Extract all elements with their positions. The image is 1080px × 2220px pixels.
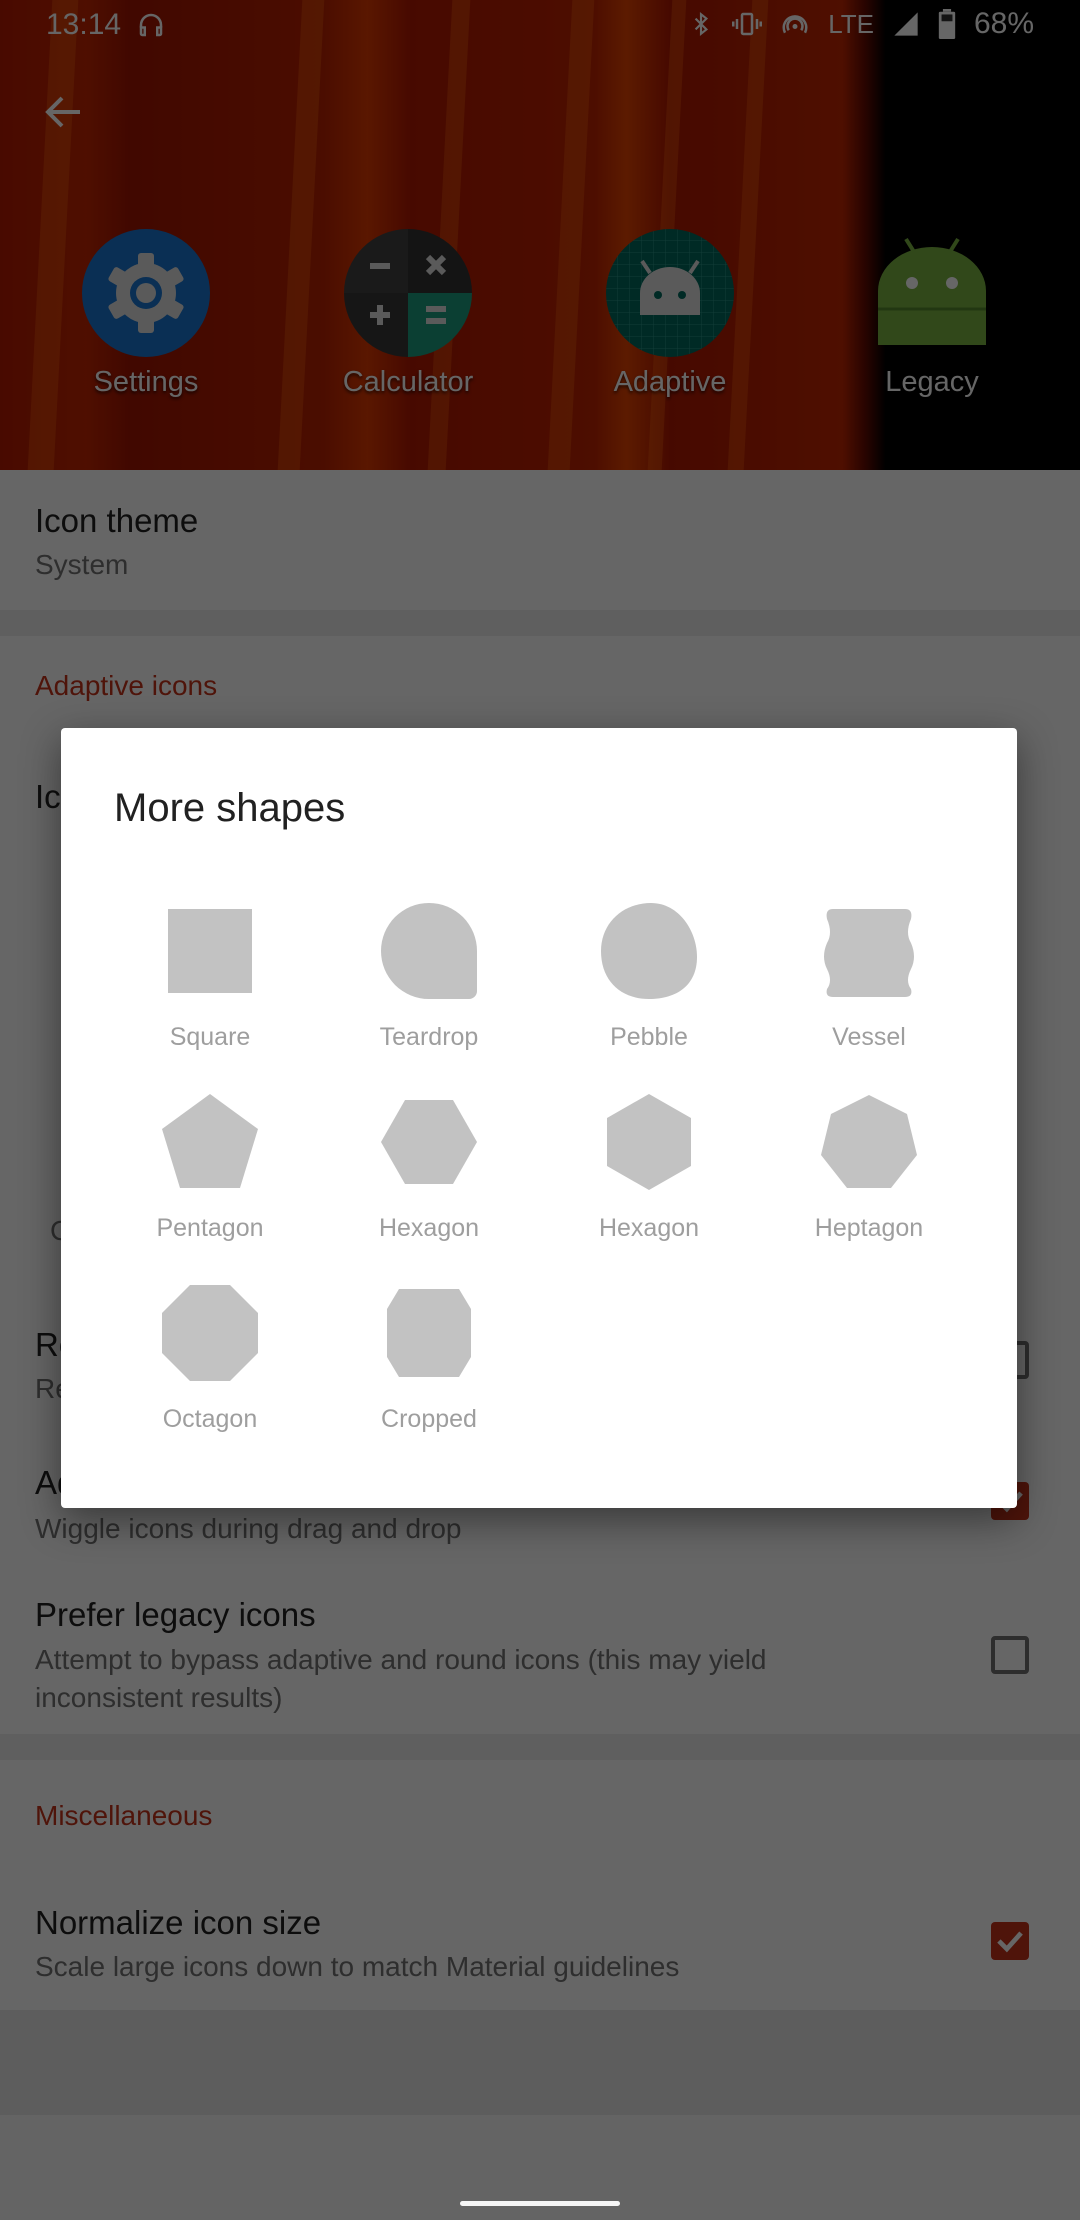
shape-option-vessel[interactable]: Vessel [759,901,979,1081]
shape-option-heptagon[interactable]: Heptagon [759,1092,979,1272]
shape-label: Square [169,1023,251,1051]
square-shape-icon [168,909,252,993]
shape-option-hexagon-pointy[interactable]: Hexagon [539,1092,759,1272]
teardrop-shape-icon [381,903,477,999]
shape-option-pentagon[interactable]: Pentagon [100,1092,320,1272]
hexagon-shape-icon [607,1094,691,1190]
shape-option-octagon[interactable]: Octagon [100,1283,320,1463]
hexagon-shape-icon [381,1100,477,1184]
shape-label: Hexagon [598,1214,700,1242]
shape-option-hexagon-flat[interactable]: Hexagon [319,1092,539,1272]
octagon-shape-icon [162,1285,258,1381]
shape-label: Vessel [832,1023,906,1051]
shape-label: Octagon [162,1405,258,1433]
shape-label: Heptagon [814,1214,924,1242]
shape-label: Teardrop [379,1023,479,1051]
shape-label: Pebble [610,1023,688,1051]
heptagon-shape-icon [821,1095,917,1188]
cropped-shape-icon [387,1289,471,1377]
vessel-shape-icon [824,909,914,997]
shape-label: Cropped [381,1405,477,1433]
shape-option-pebble[interactable]: Pebble [539,901,759,1081]
shape-option-square[interactable]: Square [100,901,320,1081]
shape-option-teardrop[interactable]: Teardrop [319,901,539,1081]
pebble-shape-icon [601,903,697,999]
shape-label: Pentagon [156,1214,264,1242]
shape-label: Hexagon [378,1214,480,1242]
pentagon-shape-icon [162,1094,258,1188]
gesture-nav-handle[interactable] [460,2201,620,2206]
shape-option-cropped[interactable]: Cropped [319,1283,539,1463]
dialog-title: More shapes [114,786,346,830]
more-shapes-dialog: More shapes Square Teardrop Pebble Vesse… [61,728,1017,1508]
